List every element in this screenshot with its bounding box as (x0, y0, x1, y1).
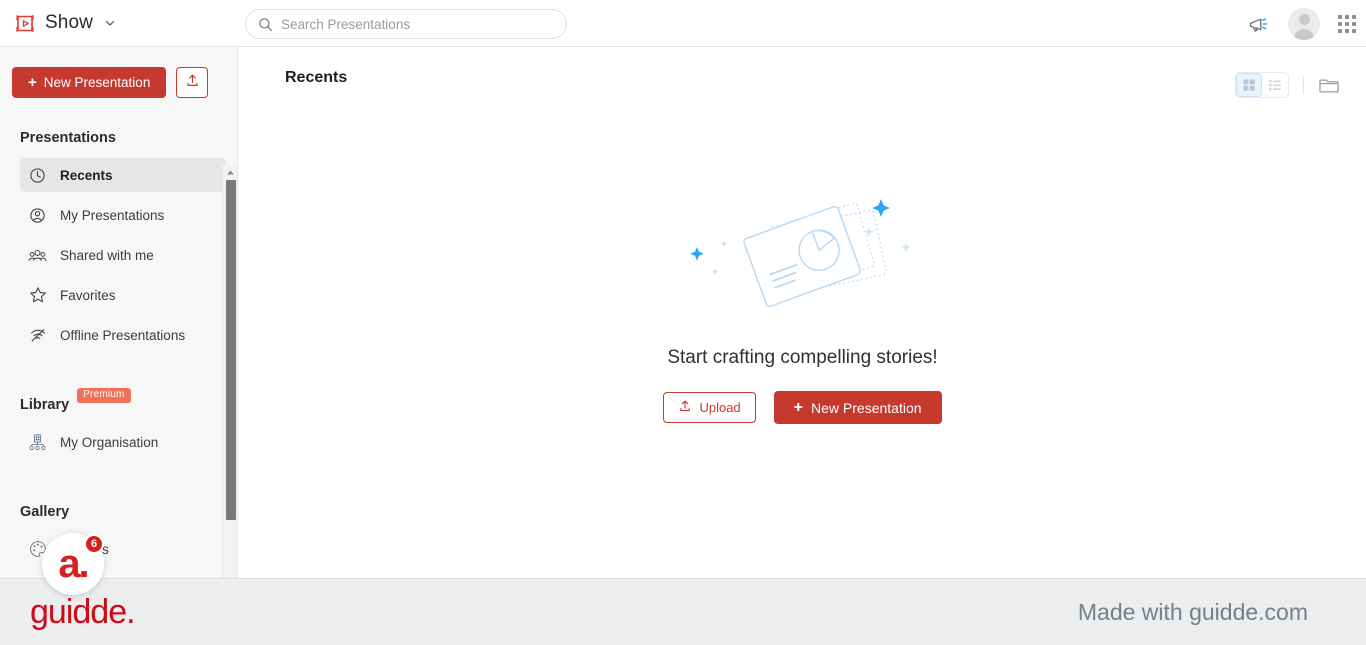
library-section-title: Library (20, 397, 70, 413)
upload-button[interactable]: Upload (663, 392, 756, 423)
assistant-logo: a. (58, 542, 89, 586)
sidebar-item-label: Favorites (60, 287, 116, 303)
avatar-body (1294, 28, 1314, 40)
made-with-guidde-text: Made with guidde.com (1077, 598, 1308, 625)
sidebar-item-label: Offline Presentations (60, 327, 186, 343)
brand-name: Show (45, 12, 93, 33)
sidebar-item-offline-presentations[interactable]: Offline Presentations (20, 318, 226, 352)
gallery-section-title: Gallery (20, 504, 70, 520)
people-group-icon (28, 246, 47, 265)
search-icon (258, 17, 273, 32)
plus-icon: + (793, 398, 804, 416)
new-presentation-button[interactable]: + New Presentation (773, 391, 942, 424)
chevron-down-icon[interactable] (104, 17, 116, 29)
sidebar-item-label: My Organisation (60, 434, 159, 450)
presentations-section-title: Presentations (20, 130, 116, 146)
empty-state: Start crafting compelling stories! Uploa… (239, 47, 1366, 578)
show-play-logo-icon (14, 13, 36, 34)
empty-state-title: Start crafting compelling stories! (667, 347, 938, 368)
avatar-head (1298, 13, 1310, 25)
upload-icon (185, 73, 200, 93)
new-presentation-label: New Presentation (43, 75, 151, 90)
sidebar-item-my-presentations[interactable]: My Presentations (20, 198, 226, 232)
sidebar: + New Presentation Presentations Recents (0, 47, 238, 632)
main-content: Recents Start crafting compelling storie… (239, 47, 1366, 578)
plus-icon: + (28, 74, 37, 91)
organisation-icon (28, 433, 47, 452)
new-presentation-label: New Presentation (811, 399, 922, 416)
search-box[interactable] (245, 9, 567, 39)
sidebar-item-favorites[interactable]: Favorites (20, 278, 226, 312)
clock-icon (28, 166, 47, 185)
sidebar-actions: + New Presentation (0, 47, 237, 98)
scroll-up-arrow-icon[interactable] (223, 165, 237, 180)
empty-state-actions: Upload + New Presentation (663, 391, 942, 424)
sidebar-scrollbar-thumb[interactable] (226, 180, 236, 520)
upload-button[interactable] (176, 67, 209, 98)
floating-assistant-widget[interactable]: a. 6 (42, 533, 104, 595)
apps-grid-icon[interactable] (1338, 14, 1356, 33)
sidebar-scrollbar[interactable] (222, 165, 237, 632)
guidde-logo: guidde. (30, 592, 136, 631)
megaphone-icon[interactable] (1246, 12, 1270, 36)
premium-badge: Premium (77, 388, 131, 403)
library-section-header: Library Premium (0, 388, 238, 413)
star-icon (28, 286, 47, 305)
sidebar-item-label: Shared with me (60, 247, 154, 263)
brand-logo-button[interactable]: Show (14, 12, 116, 34)
upload-icon (678, 399, 692, 416)
presentation-slides-sparkles-illustration (673, 181, 933, 331)
sidebar-item-recents[interactable]: Recents (20, 158, 226, 192)
top-bar-actions (1246, 0, 1356, 47)
sidebar-item-shared-with-me[interactable]: Shared with me (20, 238, 226, 272)
guidde-footer-bar: guidde. Made with guidde.com (0, 578, 1366, 645)
sidebar-item-my-organisation[interactable]: My Organisation (20, 425, 226, 459)
notification-badge: 6 (84, 534, 104, 554)
sidebar-item-label: My Presentations (60, 207, 165, 223)
user-avatar[interactable] (1288, 7, 1320, 40)
offline-wifi-icon (28, 326, 47, 345)
search-input[interactable] (281, 11, 554, 37)
sidebar-nav-scroll: Presentations Recents My Presentations S… (0, 115, 238, 578)
upload-label: Upload (699, 400, 741, 415)
new-presentation-button[interactable]: + New Presentation (12, 67, 167, 98)
user-circle-icon (28, 206, 47, 225)
sidebar-item-label: Recents (60, 167, 113, 183)
top-bar: Show (0, 0, 1366, 47)
